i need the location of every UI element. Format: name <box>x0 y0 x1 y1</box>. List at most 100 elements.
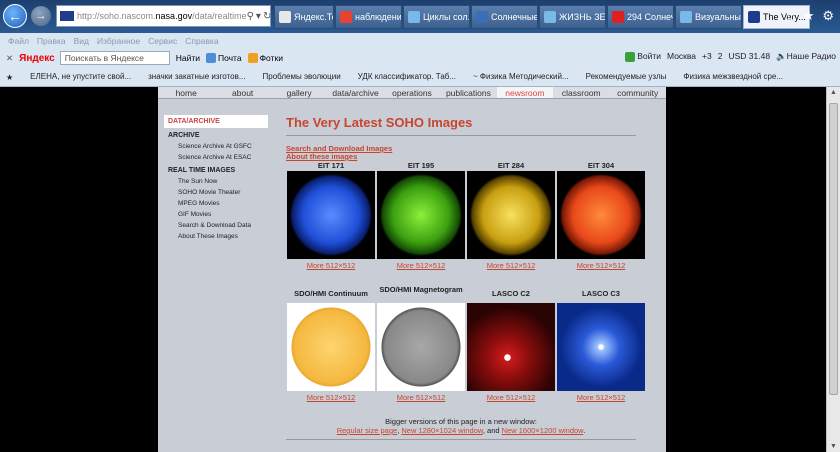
favorite-icon <box>18 72 28 82</box>
nav-data-archive[interactable]: data/archive <box>327 87 383 98</box>
city-label[interactable]: Москва <box>667 51 696 62</box>
nav-community[interactable]: community <box>610 87 666 98</box>
favorites-star-icon[interactable]: ★ <box>6 73 13 82</box>
radio-button[interactable]: 🔈Наше Радио <box>776 51 836 62</box>
about-images-link[interactable]: About these images <box>286 152 357 161</box>
temperature-label[interactable]: +3 <box>702 51 712 62</box>
menu-item[interactable]: Справка <box>185 36 218 46</box>
more-512-link[interactable]: More 512×512 <box>286 393 376 402</box>
archive-links: Science Archive At GSFC Science Archive A… <box>164 141 268 163</box>
scroll-down-icon[interactable]: ▼ <box>830 443 837 450</box>
sidebar-link[interactable]: Science Archive At ESAC <box>164 152 268 163</box>
image-caption: EIT 284 <box>497 161 525 170</box>
window-1600-link[interactable]: New 1600×1200 window <box>502 426 584 435</box>
bigger-versions-text: Bigger versions of this page in a new wi… <box>286 417 636 435</box>
nav-operations[interactable]: operations <box>384 87 440 98</box>
nav-publications[interactable]: publications <box>440 87 496 98</box>
nav-about[interactable]: about <box>214 87 270 98</box>
sun-image[interactable] <box>557 171 645 259</box>
sidebar-link[interactable]: Science Archive At GSFC <box>164 141 268 152</box>
browser-tab[interactable]: наблюдени... <box>335 5 402 29</box>
sun-image[interactable] <box>557 303 645 391</box>
favorite-label: значки закатные изготов... <box>148 72 246 82</box>
tab-label: Циклы сол... <box>423 12 470 22</box>
more-512-link[interactable]: More 512×512 <box>466 261 556 270</box>
browser-tab[interactable]: Визуальны... <box>675 5 742 29</box>
yandex-right-widgets: Войти Москва +3 2 USD 31.48 🔈Наше Радио <box>625 51 836 62</box>
sidebar-link[interactable]: Search & Download Data <box>164 220 268 231</box>
favorites-star-icon[interactable]: ★ <box>803 8 815 24</box>
image-caption: SDO/HMI Continuum <box>294 289 368 298</box>
menu-item[interactable]: Избранное <box>97 36 140 46</box>
nav-classroom[interactable]: classroom <box>553 87 609 98</box>
sun-image[interactable] <box>287 303 375 391</box>
more-512-link[interactable]: More 512×512 <box>556 261 646 270</box>
browser-tab[interactable]: 294 Солнеч... <box>607 5 674 29</box>
favorite-item[interactable]: Физика межзвездной сре... <box>671 72 783 82</box>
forward-button[interactable]: → <box>31 6 51 26</box>
browser-tab[interactable]: Яндекс.Тел... <box>274 5 334 29</box>
vertical-scrollbar[interactable]: ▲ ▼ <box>826 87 840 452</box>
sun-image[interactable] <box>287 171 375 259</box>
yandex-photos-button[interactable]: Фотки <box>247 53 283 64</box>
sidebar-link[interactable]: SOHO Movie Theater <box>164 187 268 198</box>
sun-image[interactable] <box>467 303 555 391</box>
yandex-mail-button[interactable]: Почта <box>205 53 242 64</box>
sun-image[interactable] <box>377 303 465 391</box>
favorite-item[interactable]: ЕЛЕНА, не упустите свой... <box>18 72 131 82</box>
browser-tab[interactable]: Циклы сол... <box>403 5 470 29</box>
close-toolbar-icon[interactable]: ✕ <box>6 53 13 64</box>
yandex-find-button[interactable]: Найти <box>176 53 200 63</box>
yandex-toolbar: ✕ Яндекс Поискать в Яндексе Найти Почта … <box>0 48 840 68</box>
page-viewport: home about gallery data/archive operations pu… <box>0 87 826 452</box>
photos-icon <box>247 53 258 64</box>
favorite-item[interactable]: Проблемы эволюции <box>251 72 341 82</box>
browser-tab[interactable]: Солнечные... <box>471 5 538 29</box>
nav-gallery[interactable]: gallery <box>271 87 327 98</box>
yandex-search-input[interactable]: Поискать в Яндексе <box>59 51 170 65</box>
gear-icon[interactable]: ⚙ <box>822 8 834 24</box>
count-badge[interactable]: 2 <box>718 51 723 62</box>
sidebar-link[interactable]: About These Images <box>164 231 268 242</box>
nav-newsroom[interactable]: newsroom <box>496 87 554 98</box>
more-512-link[interactable]: More 512×512 <box>556 393 646 402</box>
favorite-item[interactable]: УДК классификатор. Таб... <box>346 72 456 82</box>
address-bar[interactable]: http://soho.nascom. nasa.gov/data/realtim… <box>56 5 271 27</box>
favorite-icon <box>461 72 471 82</box>
address-controls[interactable]: ⚲▾↻✕ <box>247 11 270 22</box>
login-icon <box>625 51 636 62</box>
menu-item[interactable]: Вид <box>74 36 89 46</box>
more-512-link[interactable]: More 512×512 <box>466 393 556 402</box>
sidebar-section-realtime: REAL TIME IMAGES <box>168 167 236 174</box>
regular-size-link[interactable]: Regular size page <box>337 426 397 435</box>
usd-rate[interactable]: USD 31.48 <box>728 51 770 62</box>
menu-item[interactable]: Сервис <box>148 36 177 46</box>
yandex-login-button[interactable]: Войти <box>625 51 661 62</box>
login-label: Войти <box>637 51 662 61</box>
menu-item[interactable]: Правка <box>37 36 66 46</box>
window-1280-link[interactable]: New 1280×1024 window <box>401 426 483 435</box>
browser-tab[interactable]: ЖИЗНЬ ЗЕ... <box>539 5 606 29</box>
more-512-link[interactable]: More 512×512 <box>376 261 466 270</box>
more-512-link[interactable]: More 512×512 <box>376 393 466 402</box>
more-512-link[interactable]: More 512×512 <box>286 261 376 270</box>
sidebar-head-data-archive[interactable]: DATA/ARCHIVE <box>164 115 268 128</box>
menu-item[interactable]: Файл <box>8 36 29 46</box>
sidebar-link[interactable]: MPEG Movies <box>164 198 268 209</box>
nav-home[interactable]: home <box>158 87 214 98</box>
sun-image[interactable] <box>467 171 555 259</box>
tab-label: Визуальны... <box>695 12 741 22</box>
favorite-item[interactable]: Рекомендуемые узлы <box>574 72 667 82</box>
favorite-item[interactable]: ~ Физика Методический... <box>461 72 569 82</box>
scroll-up-icon[interactable]: ▲ <box>830 89 837 96</box>
arrow-left-icon: ← <box>8 8 22 24</box>
sidebar-link[interactable]: GIF Movies <box>164 209 268 220</box>
favorite-item[interactable]: значки закатные изготов... <box>136 72 245 82</box>
sidebar-link[interactable]: The Sun Now <box>164 176 268 187</box>
back-button[interactable]: ← <box>3 4 27 28</box>
sun-image[interactable] <box>377 171 465 259</box>
tab-favicon-icon <box>340 11 352 23</box>
scrollbar-thumb[interactable] <box>829 103 838 395</box>
home-icon[interactable]: ⌂ <box>787 8 795 24</box>
favorite-icon <box>574 72 584 82</box>
